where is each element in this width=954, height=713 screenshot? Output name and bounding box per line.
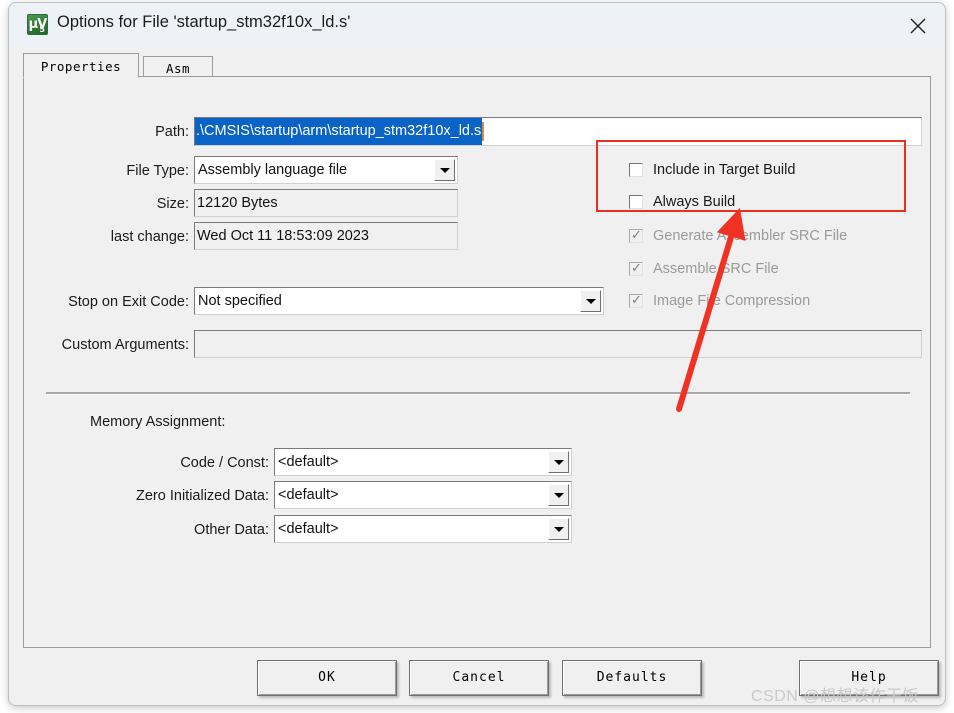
checkbox-assemble-src-file-label: Assemble SRC File	[653, 261, 779, 277]
other-data-chevron-down-icon[interactable]	[548, 518, 569, 540]
file-type-label: File Type:	[126, 163, 189, 179]
checkbox-box: ✓	[629, 293, 643, 308]
other-data-label: Other Data:	[194, 522, 269, 538]
checkbox-box: ✓	[629, 228, 643, 243]
checkbox-include-in-target-build-label: Include in Target Build	[653, 162, 796, 178]
zero-initialized-data-combobox[interactable]: <default>	[274, 481, 572, 509]
check-icon: ✓	[631, 261, 642, 276]
code-const-label: Code / Const:	[180, 455, 269, 471]
section-divider	[46, 392, 910, 395]
checkbox-box: ✓	[629, 261, 643, 276]
path-input-value: .\CMSIS\startup\arm\startup_stm32f10x_ld…	[195, 118, 483, 145]
title-bar: µV 5 Options for File 'startup_stm32f10x…	[9, 3, 945, 47]
custom-arguments-label: Custom Arguments:	[61, 337, 189, 353]
uvision-logo-icon: µV 5	[27, 14, 48, 35]
zero-initialized-data-label: Zero Initialized Data:	[136, 488, 269, 504]
checkbox-box	[629, 163, 643, 177]
ok-button[interactable]: OK	[257, 660, 397, 696]
csdn-watermark: CSDN @想想该作干饭	[751, 688, 920, 705]
tab-asm[interactable]: Asm	[143, 56, 213, 77]
options-for-file-dialog: µV 5 Options for File 'startup_stm32f10x…	[8, 2, 946, 706]
file-type-chevron-down-icon[interactable]	[434, 159, 455, 181]
check-icon: ✓	[631, 293, 642, 308]
code-const-combobox[interactable]: <default>	[274, 448, 572, 476]
stop-on-exit-code-label: Stop on Exit Code:	[68, 294, 189, 310]
other-data-value: <default>	[278, 521, 339, 537]
cancel-button[interactable]: Cancel	[409, 660, 549, 696]
stop-on-exit-code-combobox[interactable]: Not specified	[194, 287, 604, 315]
code-const-chevron-down-icon[interactable]	[548, 451, 569, 473]
memory-assignment-title: Memory Assignment:	[90, 414, 226, 430]
defaults-button[interactable]: Defaults	[562, 660, 702, 696]
code-const-value: <default>	[278, 454, 339, 470]
path-label: Path:	[155, 124, 189, 140]
properties-tab-panel: Path: .\CMSIS\startup\arm\startup_stm32f…	[23, 76, 931, 648]
zero-initialized-data-chevron-down-icon[interactable]	[548, 484, 569, 506]
tab-properties-label: Properties	[40, 59, 122, 74]
last-change-value: Wed Oct 11 18:53:09 2023	[197, 228, 369, 244]
text-caret	[482, 121, 485, 141]
file-type-combobox[interactable]: Assembly language file	[194, 156, 458, 184]
custom-arguments-input[interactable]	[194, 330, 922, 358]
size-label: Size:	[156, 196, 189, 212]
stop-on-exit-code-chevron-down-icon[interactable]	[580, 290, 601, 312]
uvision-logo-version: 5	[39, 25, 45, 34]
stop-on-exit-code-value: Not specified	[198, 293, 282, 309]
screenshot-root: µV 5 Options for File 'startup_stm32f10x…	[0, 0, 954, 713]
close-button[interactable]	[891, 3, 945, 46]
size-value-field: 12120 Bytes	[194, 189, 458, 217]
checkbox-box	[629, 195, 643, 209]
check-icon: ✓	[631, 228, 642, 243]
checkbox-image-file-compression-label: Image File Compression	[653, 293, 811, 309]
checkbox-always-build-label: Always Build	[653, 194, 736, 210]
last-change-value-field: Wed Oct 11 18:53:09 2023	[194, 222, 458, 250]
file-type-value: Assembly language file	[198, 162, 348, 178]
window-title: Options for File 'startup_stm32f10x_ld.s…	[57, 13, 351, 31]
close-icon	[910, 18, 926, 34]
zero-initialized-data-value: <default>	[278, 487, 339, 503]
size-value: 12120 Bytes	[197, 195, 278, 211]
tab-strip: Properties Asm	[23, 53, 931, 78]
last-change-label: last change:	[110, 229, 189, 245]
tab-properties[interactable]: Properties	[23, 53, 139, 78]
path-input[interactable]: .\CMSIS\startup\arm\startup_stm32f10x_ld…	[194, 117, 922, 146]
other-data-combobox[interactable]: <default>	[274, 515, 572, 543]
tab-asm-label: Asm	[165, 61, 191, 76]
checkbox-generate-assembler-src-file-label: Generate Assembler SRC File	[653, 228, 848, 244]
